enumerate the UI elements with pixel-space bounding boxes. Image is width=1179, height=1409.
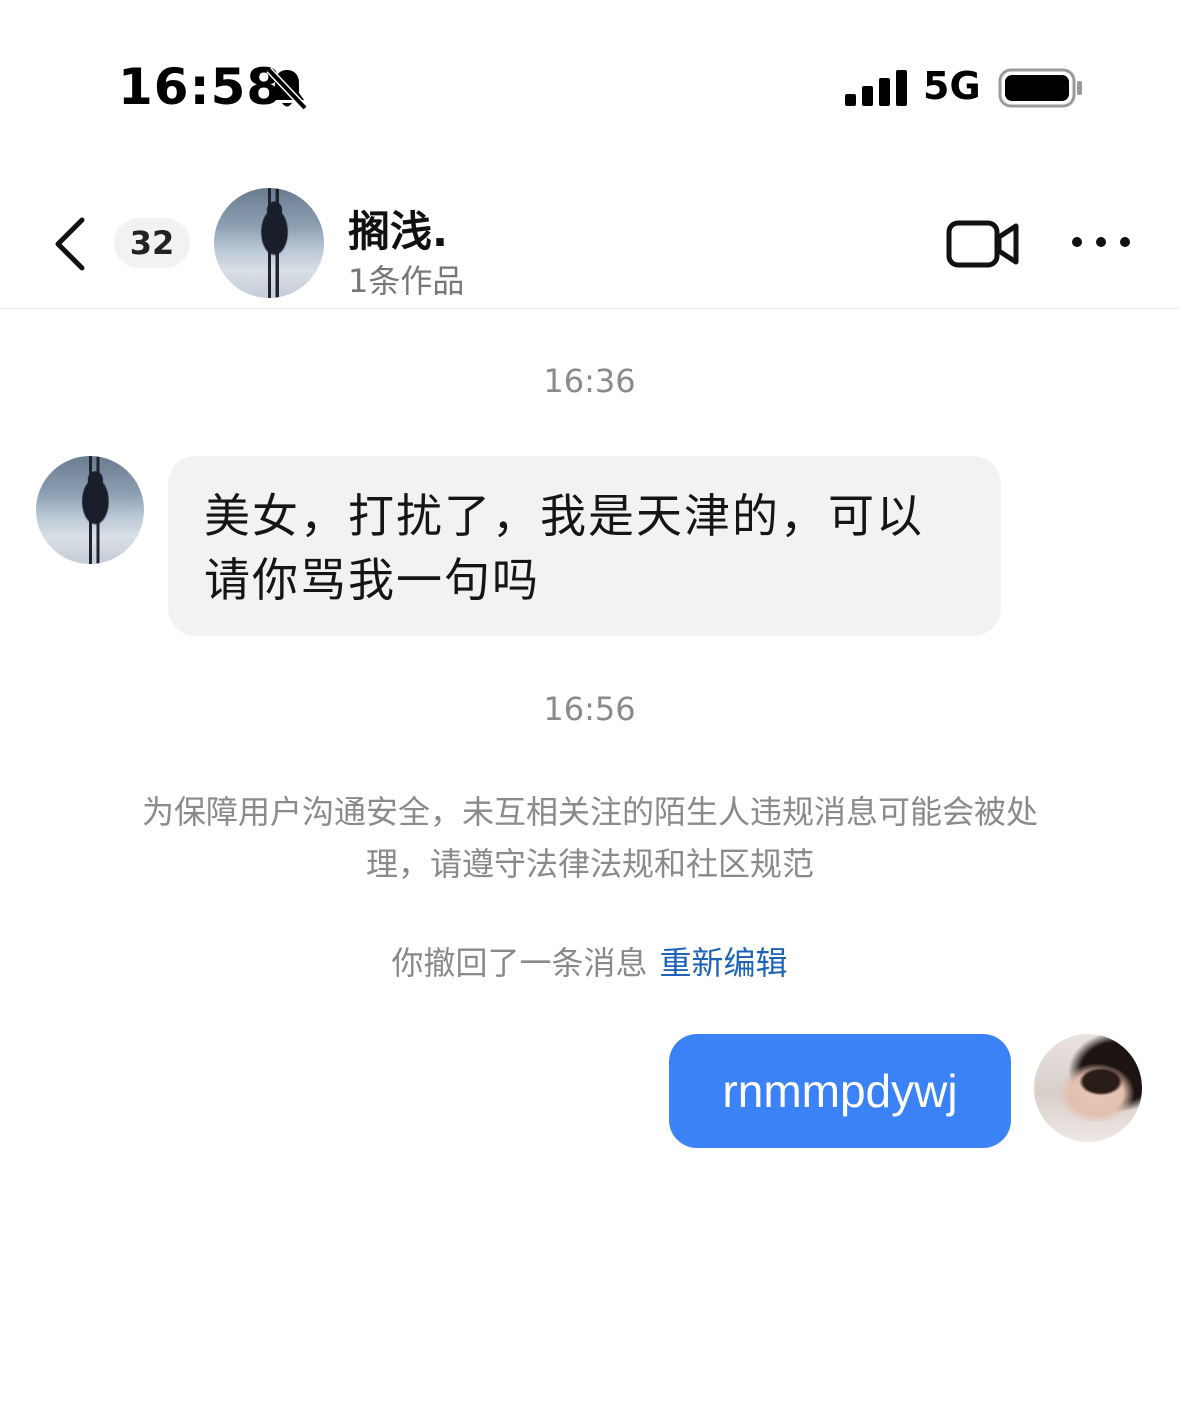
- contact-subtitle[interactable]: 1条作品: [348, 256, 464, 302]
- video-camera-icon[interactable]: [946, 218, 1020, 270]
- message-timestamp: 16:56: [543, 690, 636, 728]
- signal-bars-icon: [845, 70, 907, 106]
- incoming-message-text: 美女，打扰了，我是天津的，可以请你骂我一句吗: [204, 489, 924, 607]
- status-bar: 16:58 5G: [0, 0, 1179, 150]
- reedit-link[interactable]: 重新编辑: [660, 944, 788, 982]
- more-dots-icon[interactable]: [1070, 230, 1132, 254]
- recall-notice: 你撤回了一条消息 重新编辑: [0, 938, 1179, 984]
- chat-header: 32 搁浅. 1条作品: [0, 180, 1179, 309]
- battery-icon: [998, 68, 1082, 108]
- chevron-left-icon[interactable]: [48, 214, 92, 274]
- bell-slash-icon: [266, 67, 308, 111]
- recall-text: 你撤回了一条消息: [391, 944, 648, 982]
- outgoing-message-text: rnmmpdywj: [722, 1065, 958, 1117]
- self-avatar[interactable]: [1034, 1034, 1142, 1142]
- contact-name[interactable]: 搁浅.: [348, 198, 448, 259]
- system-safety-notice: 为保障用户沟通安全，未互相关注的陌生人违规消息可能会被处理，请遵守法律法规和社区…: [141, 793, 1038, 883]
- sender-avatar[interactable]: [36, 456, 144, 564]
- outgoing-message-bubble[interactable]: rnmmpdywj: [669, 1034, 1011, 1148]
- network-label: 5G: [923, 64, 981, 108]
- unread-count-badge[interactable]: 32: [114, 218, 190, 268]
- incoming-message-bubble[interactable]: 美女，打扰了，我是天津的，可以请你骂我一句吗: [168, 456, 1001, 636]
- contact-avatar[interactable]: [214, 188, 324, 298]
- message-timestamp: 16:36: [543, 362, 636, 400]
- status-time: 16:58: [118, 58, 283, 116]
